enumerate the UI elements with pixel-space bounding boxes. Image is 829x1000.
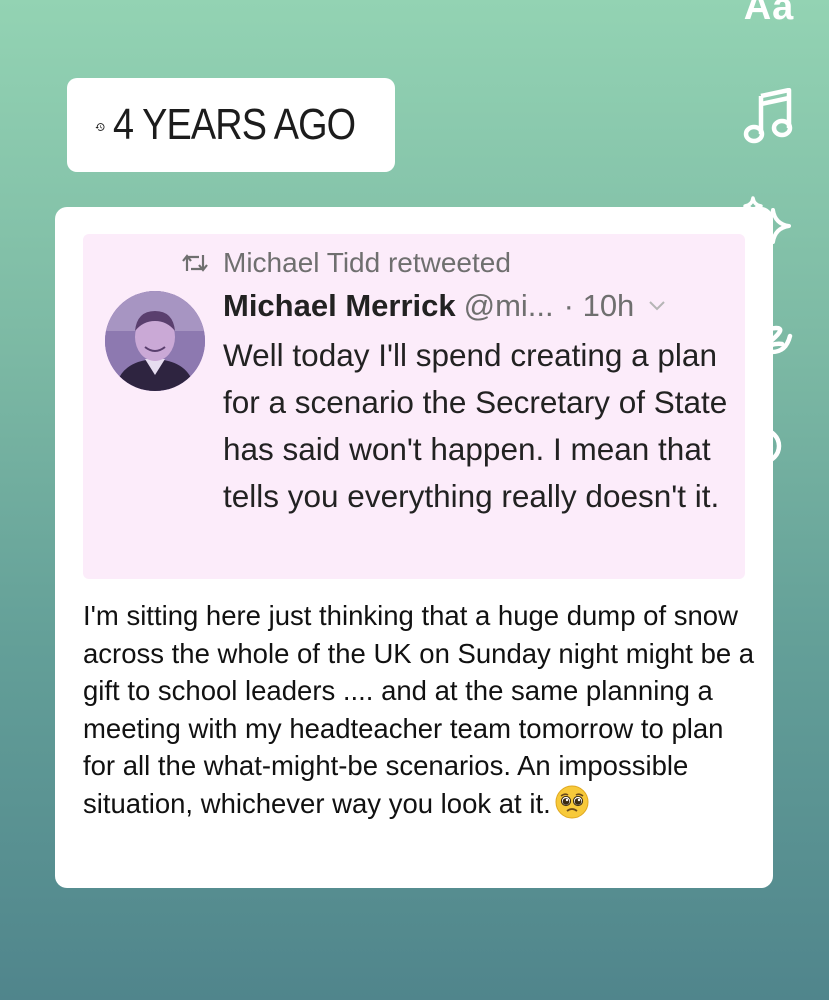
profile-photo [105, 291, 205, 391]
tweet-author-row: Michael Merrick @mi... · 10h [223, 288, 666, 324]
memory-badge[interactable]: 4 YEARS AGO [67, 78, 395, 172]
pleading-face-emoji [555, 785, 589, 818]
text-tool-button[interactable]: Aa [739, 0, 799, 29]
retweet-icon [182, 254, 208, 272]
tweet-time: · 10h [563, 288, 635, 323]
history-icon [95, 123, 105, 131]
retweeted-by: Michael Tidd retweeted [223, 247, 511, 278]
tweet-screenshot: Michael Tidd retweeted Michael Merrick @… [83, 234, 745, 579]
chevron-down-icon[interactable] [648, 300, 666, 312]
memory-card: Michael Tidd retweeted Michael Merrick @… [55, 207, 773, 888]
text-tool-icon: Aa [743, 0, 795, 28]
music-button[interactable] [739, 88, 799, 144]
retweet-indicator: Michael Tidd retweeted [181, 247, 511, 279]
memory-label: 4 YEARS AGO [113, 100, 356, 149]
author-name[interactable]: Michael Merrick [223, 288, 456, 324]
post-caption: I'm sitting here just thinking that a hu… [83, 597, 755, 822]
music-icon [743, 88, 793, 144]
tweet-text: Well today I'll spend creating a plan fo… [223, 337, 728, 514]
avatar[interactable] [105, 291, 205, 391]
caption-text: I'm sitting here just thinking that a hu… [83, 600, 755, 819]
author-handle[interactable]: @mi... [464, 288, 554, 324]
